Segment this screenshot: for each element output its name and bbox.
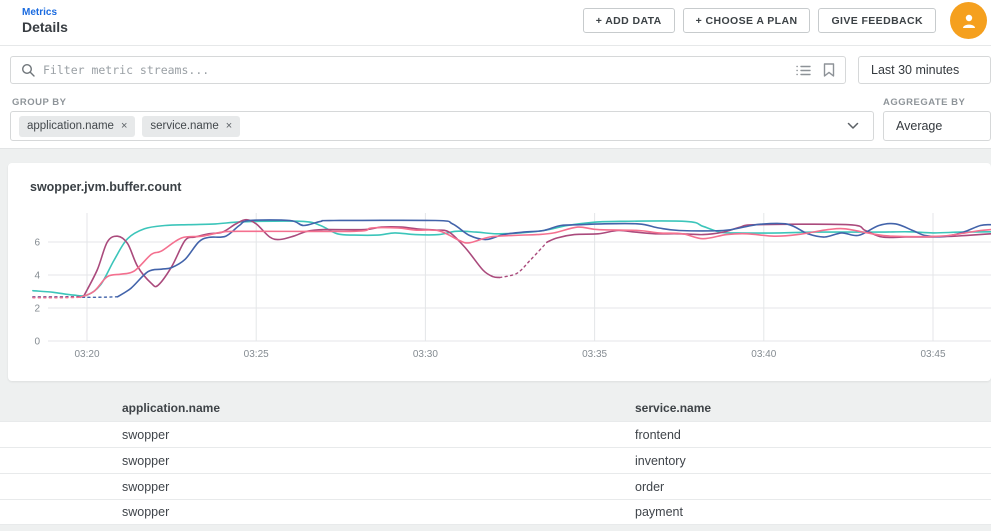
header-buttons: + ADD DATA + CHOOSE A PLAN GIVE FEEDBACK xyxy=(583,8,936,33)
metric-line-chart[interactable]: 0 2 4 6 03:20 03:25 03:30 03:35 03:40 03:45 xyxy=(8,163,991,381)
series-line-payment xyxy=(33,297,80,298)
remove-tag-icon[interactable]: × xyxy=(121,120,127,132)
search-box-icons xyxy=(796,63,835,77)
aggregate-by-select[interactable]: Average xyxy=(883,111,991,141)
user-icon xyxy=(960,12,978,30)
chevron-down-icon[interactable] xyxy=(847,122,859,130)
metric-chart-card: swopper.jvm.buffer.count 024603:2003:250… xyxy=(8,163,991,381)
page-title: Details xyxy=(22,19,68,35)
chart-series xyxy=(33,220,991,298)
group-by-label: GROUP BY xyxy=(12,97,67,108)
series-line-inventory xyxy=(500,242,547,278)
group-by-tag-application-name[interactable]: application.name × xyxy=(19,116,135,137)
aggregate-by-value: Average xyxy=(896,119,942,133)
table-row-payment[interactable]: swopper payment xyxy=(0,499,991,525)
bookmark-icon[interactable] xyxy=(823,63,835,77)
application-name-cell: swopper xyxy=(102,505,615,519)
breadcrumb[interactable]: Metrics xyxy=(22,7,57,18)
tag-label: service.name xyxy=(150,120,218,132)
time-range-value: Last 30 minutes xyxy=(871,63,959,77)
choose-a-plan-button[interactable]: + CHOOSE A PLAN xyxy=(683,8,811,33)
table-row-frontend[interactable]: swopper frontend xyxy=(0,421,991,447)
chart-axis-labels: 0 2 4 6 03:20 03:25 03:30 03:35 03:40 03:45 xyxy=(34,238,946,361)
list-icon[interactable] xyxy=(796,64,811,77)
service-name-cell: payment xyxy=(615,505,991,519)
time-range-select[interactable]: Last 30 minutes xyxy=(858,56,991,84)
table-row-inventory[interactable]: swopper inventory xyxy=(0,447,991,473)
group-by-select[interactable]: application.name × service.name × xyxy=(10,111,874,141)
service-name-cell: frontend xyxy=(615,428,991,442)
svg-text:6: 6 xyxy=(34,238,40,249)
service-name-cell: inventory xyxy=(615,454,991,468)
group-by-tag-service-name[interactable]: service.name × xyxy=(142,116,240,137)
column-header-application-name: application.name xyxy=(102,401,615,415)
avatar[interactable] xyxy=(950,2,987,39)
svg-text:03:40: 03:40 xyxy=(751,349,776,360)
table-row-order[interactable]: swopper order xyxy=(0,473,991,499)
add-data-button[interactable]: + ADD DATA xyxy=(583,8,675,33)
service-name-cell: order xyxy=(615,480,991,494)
series-table: application.name service.name swopper fr… xyxy=(0,395,991,525)
application-name-cell: swopper xyxy=(102,454,615,468)
give-feedback-button[interactable]: GIVE FEEDBACK xyxy=(818,8,936,33)
svg-text:0: 0 xyxy=(34,337,40,348)
column-header-service-name: service.name xyxy=(615,401,991,415)
svg-text:03:35: 03:35 xyxy=(582,349,607,360)
application-name-cell: swopper xyxy=(102,480,615,494)
svg-text:03:25: 03:25 xyxy=(244,349,269,360)
svg-text:2: 2 xyxy=(34,304,40,315)
svg-text:03:30: 03:30 xyxy=(413,349,438,360)
tag-label: application.name xyxy=(27,120,114,132)
aggregate-by-label: AGGREGATE BY xyxy=(883,97,965,108)
search-input[interactable] xyxy=(43,63,796,77)
remove-tag-icon[interactable]: × xyxy=(226,120,232,132)
svg-text:4: 4 xyxy=(34,271,40,282)
search-icon xyxy=(21,63,35,77)
app-header: Metrics Details + ADD DATA + CHOOSE A PL… xyxy=(0,0,991,46)
application-name-cell: swopper xyxy=(102,428,615,442)
metric-filter-box xyxy=(10,56,846,84)
svg-text:03:45: 03:45 xyxy=(920,349,945,360)
table-header-row: application.name service.name xyxy=(0,395,991,421)
svg-text:03:20: 03:20 xyxy=(74,349,99,360)
top-section: Metrics Details + ADD DATA + CHOOSE A PL… xyxy=(0,0,991,149)
